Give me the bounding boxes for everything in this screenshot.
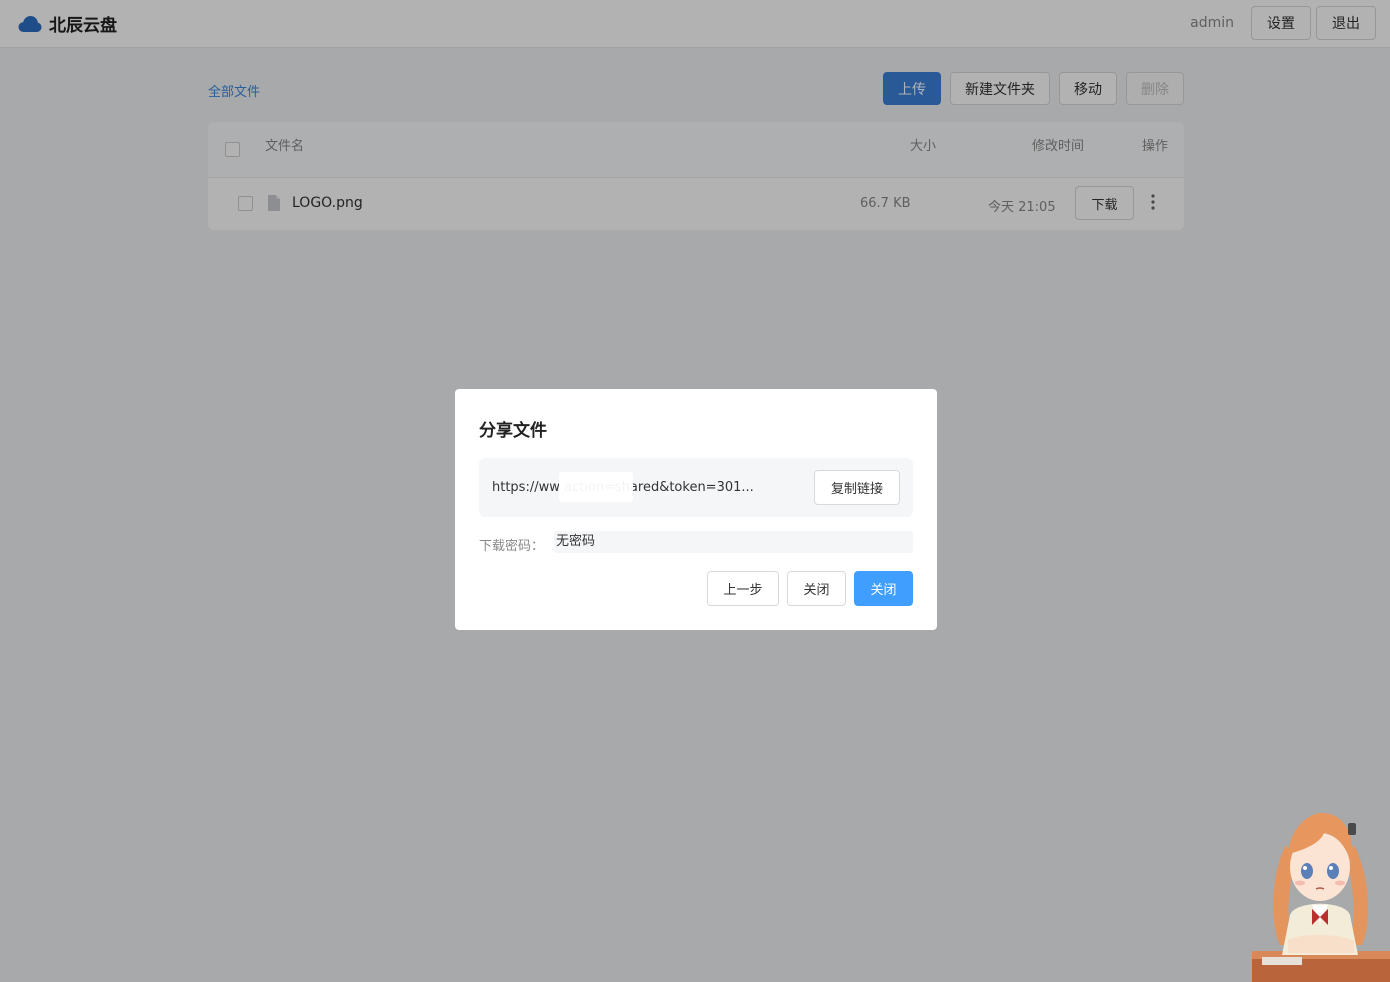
dialog-title: 分享文件 (479, 421, 547, 441)
share-link-text[interactable]: https://ww action=shared&token=301... (492, 480, 810, 495)
back-button[interactable]: 上一步 (707, 571, 779, 606)
password-label: 下载密码： (479, 539, 545, 554)
confirm-close-button[interactable]: 关闭 (854, 571, 913, 606)
copy-link-button[interactable]: 复制链接 (814, 470, 900, 505)
redaction-mark (559, 472, 633, 502)
mascot-girl-illustration (1252, 813, 1390, 982)
share-link-box: https://ww action=shared&token=301... 复制… (479, 458, 913, 517)
close-button[interactable]: 关闭 (787, 571, 846, 606)
password-value: 无密码 (554, 531, 913, 553)
share-dialog: 分享文件 https://ww action=shared&token=301.… (455, 389, 937, 630)
